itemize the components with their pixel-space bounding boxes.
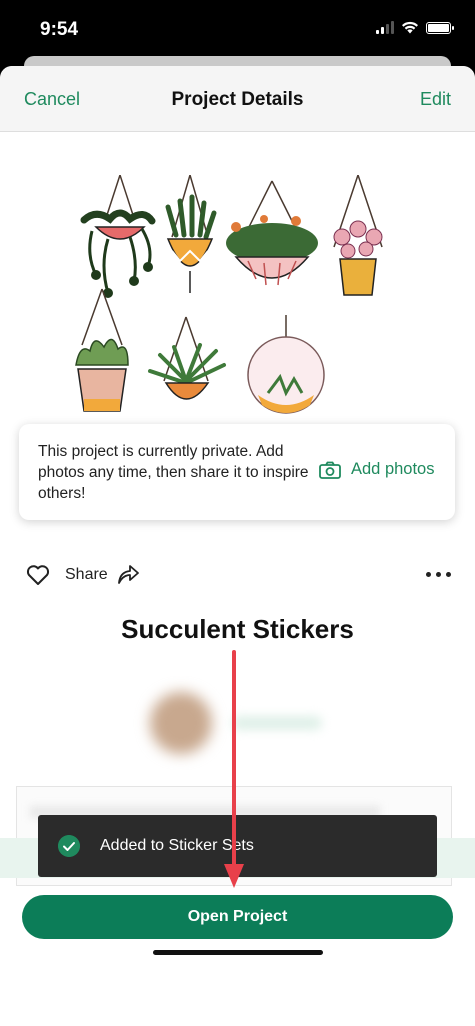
hanging-plant-1 [80,175,156,298]
project-title: Succulent Stickers [121,614,354,644]
private-notice-text: This project is currently private. Add p… [38,443,309,502]
hanging-plant-7 [247,315,325,414]
status-time: 9:54 [40,19,79,40]
status-bar: 9:54 [0,0,475,60]
hanging-plant-6 [148,316,226,400]
page-title: Project Details [171,89,304,110]
share-button[interactable]: Share [65,566,108,584]
share-icon[interactable] [116,562,140,586]
add-photos-button[interactable]: Add photos [319,460,434,479]
project-image [75,175,383,414]
status-icons [376,21,454,34]
edit-button[interactable]: Edit [420,89,451,110]
add-photos-label: Add photos [351,460,435,478]
private-notice-card: This project is currently private. Add p… [19,424,455,520]
action-bar: Share [0,560,475,590]
home-indicator [153,950,323,955]
annotation-arrow-icon [224,650,244,888]
camera-icon [319,461,341,479]
open-project-button[interactable]: Open Project [22,895,453,939]
hanging-plant-4 [333,175,383,296]
more-options-icon[interactable] [426,572,451,577]
wifi-icon [402,21,418,34]
battery-icon [426,21,454,34]
hanging-plant-3 [226,180,318,286]
hanging-plant-5 [75,288,129,412]
check-circle-icon [58,835,80,857]
heart-icon[interactable] [26,564,50,586]
cellular-signal-icon [376,21,394,34]
hanging-plant-2 [165,175,217,293]
nav-bar: Cancel Project Details Edit [0,66,475,132]
